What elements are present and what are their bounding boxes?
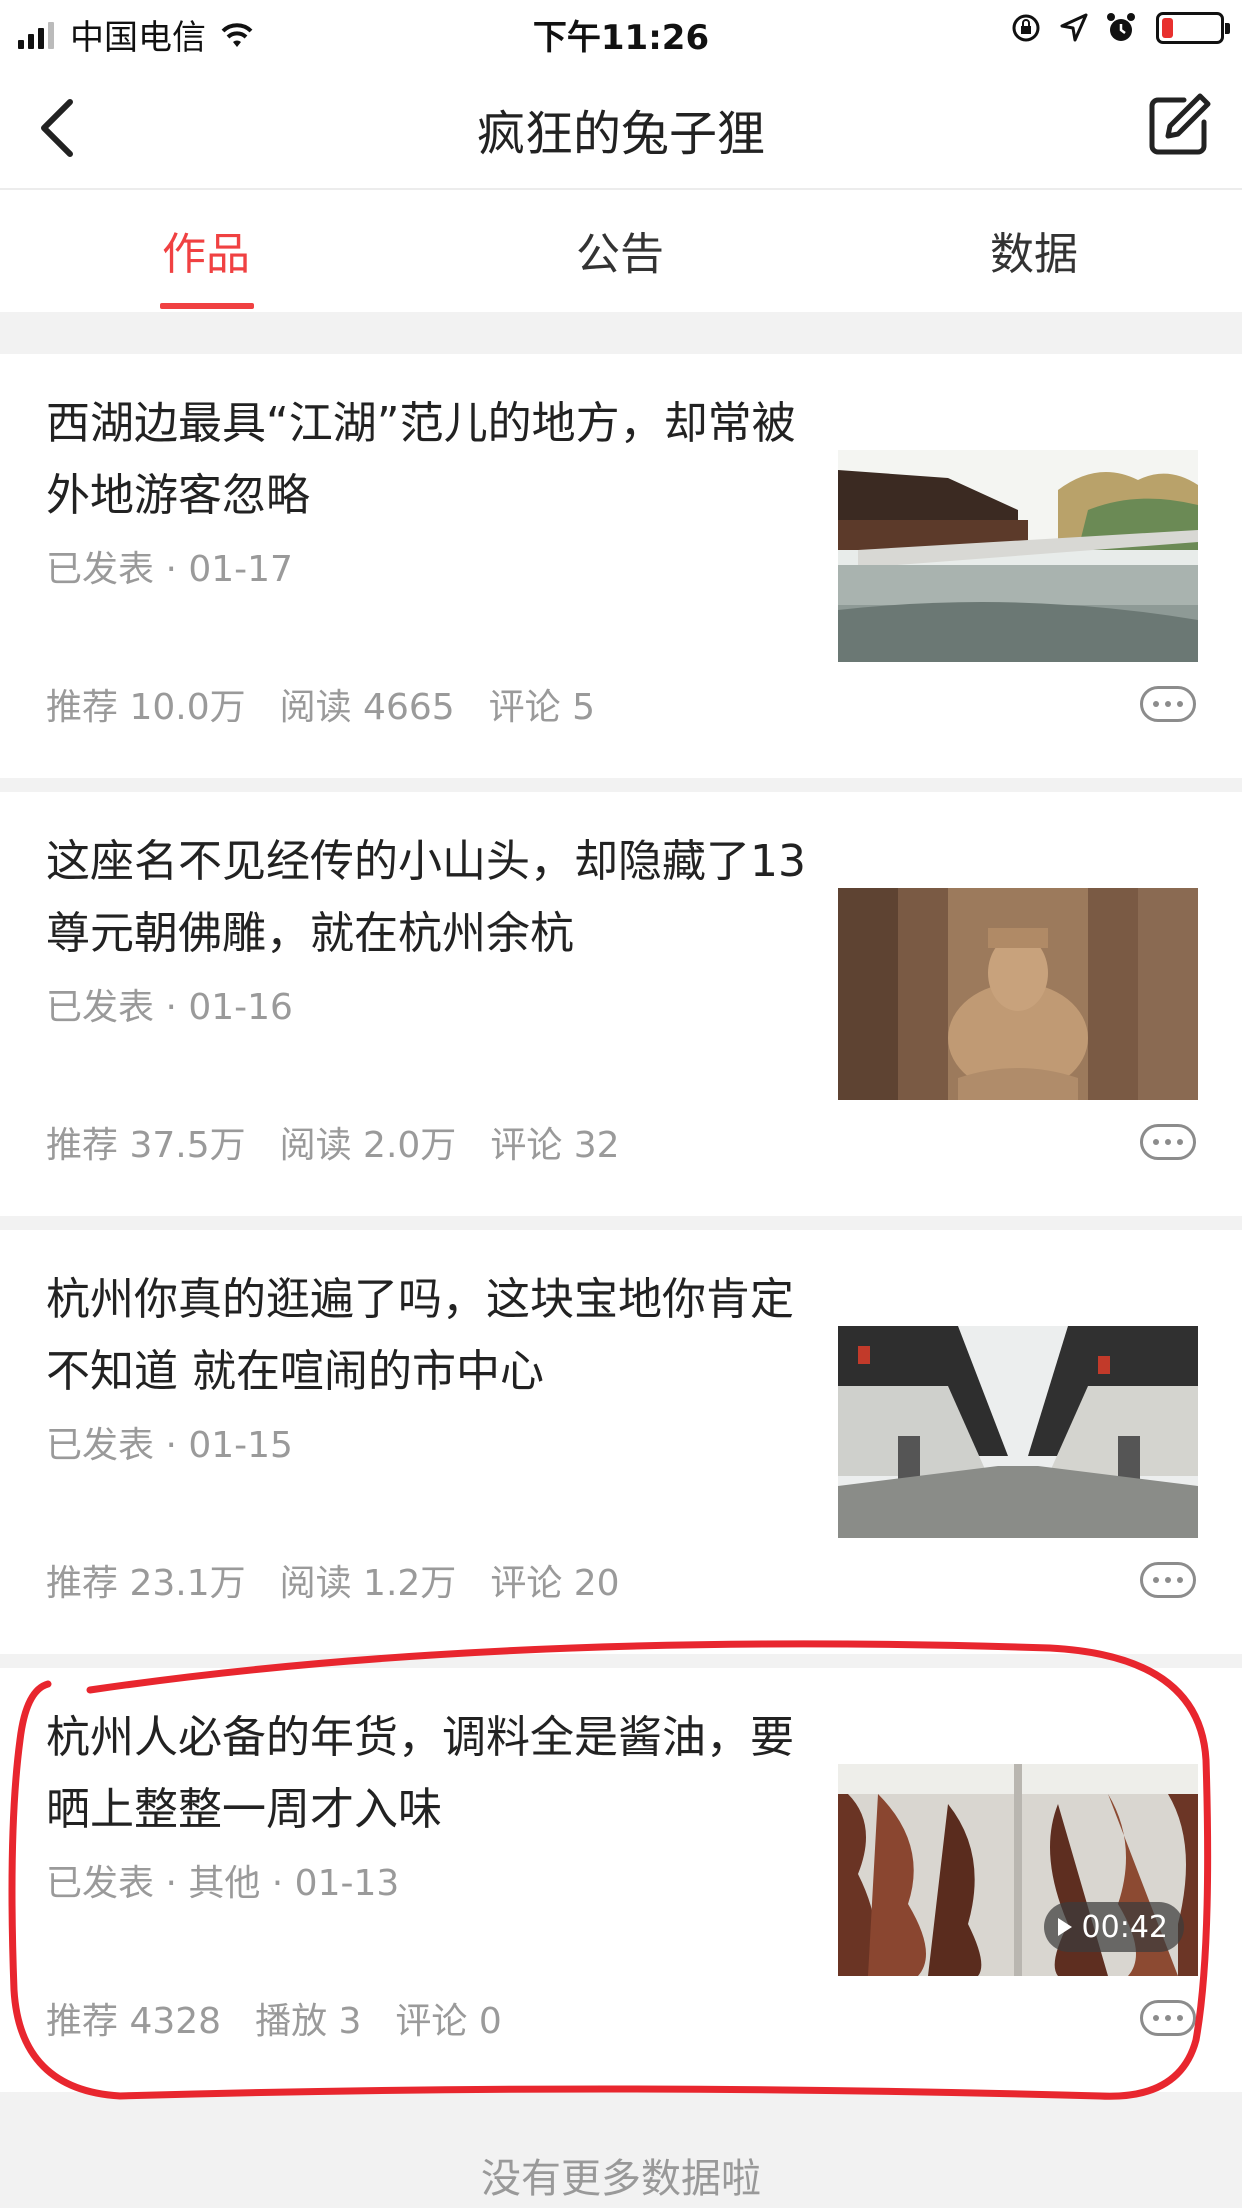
- rotation-lock-icon: [1012, 14, 1040, 42]
- location-icon: [1060, 13, 1088, 42]
- article-meta: 已发表 · 01-17: [46, 549, 293, 590]
- tab-works[interactable]: 作品: [106, 218, 306, 282]
- battery-icon: [1156, 12, 1230, 44]
- read-count: 阅读 1.2万: [279, 1563, 457, 1604]
- article-card[interactable]: 西湖边最具“江湖”范儿的地方，却常被外地游客忽略 已发表 · 01-17 推荐 …: [0, 354, 1242, 778]
- recommend-count: 推荐 37.5万: [46, 1125, 246, 1166]
- comment-count: 评论 0: [395, 2001, 502, 2042]
- article-stats: 推荐 4328 播放 3 评论 0: [46, 1992, 536, 2044]
- read-count: 阅读 2.0万: [279, 1125, 457, 1166]
- more-options-button[interactable]: [1140, 2000, 1196, 2036]
- read-count: 阅读 4665: [279, 687, 455, 728]
- status-right: [992, 12, 1230, 44]
- alarm-icon: [1107, 13, 1135, 41]
- edit-icon[interactable]: [1146, 92, 1212, 158]
- article-title[interactable]: 杭州人必备的年货，调料全是酱油，要晒上整整一周才入味: [46, 1702, 806, 1846]
- tab-data[interactable]: 数据: [934, 218, 1134, 282]
- comment-count: 评论 32: [490, 1125, 620, 1166]
- article-stats: 推荐 23.1万 阅读 1.2万 评论 20: [46, 1554, 654, 1606]
- article-meta: 已发表 · 01-15: [46, 1425, 293, 1466]
- video-duration-badge: 00:42: [1043, 1902, 1184, 1952]
- tab-announcements[interactable]: 公告: [520, 218, 720, 282]
- lake-pavilion-photo[interactable]: [838, 450, 1198, 662]
- play-icon: [1057, 1918, 1072, 1936]
- more-options-button[interactable]: [1140, 686, 1196, 722]
- battery-level: [1162, 18, 1173, 38]
- recommend-count: 推荐 10.0万: [46, 687, 246, 728]
- article-card[interactable]: 这座名不见经传的小山头，却隐藏了13尊元朝佛雕，就在杭州余杭 已发表 · 01-…: [0, 792, 1242, 1216]
- article-card[interactable]: 杭州人必备的年货，调料全是酱油，要晒上整整一周才入味 已发表 · 其他 · 01…: [0, 1668, 1242, 2092]
- article-meta: 已发表 · 01-16: [46, 987, 293, 1028]
- article-meta: 已发表 · 其他 · 01-13: [46, 1863, 400, 1904]
- page: 中国电信 下午11:26 疯狂的兔子狸 作品 公告 数据 西湖边最具“江湖”范儿…: [0, 0, 1242, 2208]
- play-count: 播放 3: [255, 2001, 362, 2042]
- no-more-data-label: 没有更多数据啦: [481, 2156, 761, 2202]
- recommend-count: 推荐 23.1万: [46, 1563, 246, 1604]
- recommend-count: 推荐 4328: [46, 2001, 222, 2042]
- old-street-photo[interactable]: [838, 1326, 1198, 1538]
- article-stats: 推荐 10.0万 阅读 4665 评论 5: [46, 678, 629, 730]
- more-options-button[interactable]: [1140, 1124, 1196, 1160]
- nav-bar: 疯狂的兔子狸: [0, 62, 1242, 190]
- article-title[interactable]: 杭州你真的逛遍了吗，这块宝地你肯定不知道 就在喧闹的市中心: [46, 1264, 806, 1408]
- tab-bar: 作品 公告 数据: [0, 190, 1242, 312]
- article-stats: 推荐 37.5万 阅读 2.0万 评论 32: [46, 1116, 654, 1168]
- article-title[interactable]: 西湖边最具“江湖”范儿的地方，却常被外地游客忽略: [46, 388, 806, 532]
- video-duration: 00:42: [1081, 1909, 1168, 1945]
- status-bar: 中国电信 下午11:26: [0, 0, 1242, 62]
- tab-indicator: [160, 303, 254, 309]
- more-options-button[interactable]: [1140, 1562, 1196, 1598]
- buddha-carving-photo[interactable]: [838, 888, 1198, 1100]
- page-title: 疯狂的兔子狸: [476, 106, 765, 162]
- comment-count: 评论 5: [488, 687, 596, 728]
- comment-count: 评论 20: [490, 1563, 620, 1604]
- article-title[interactable]: 这座名不见经传的小山头，却隐藏了13尊元朝佛雕，就在杭州余杭: [46, 826, 806, 970]
- article-card[interactable]: 杭州你真的逛遍了吗，这块宝地你肯定不知道 就在喧闹的市中心 已发表 · 01-1…: [0, 1230, 1242, 1654]
- cured-duck-video[interactable]: 00:42: [838, 1764, 1198, 1976]
